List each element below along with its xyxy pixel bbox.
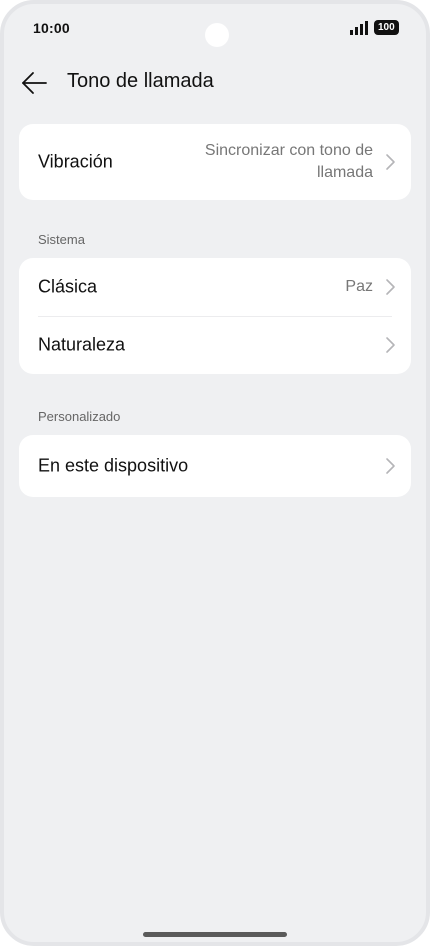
camera-cutout [205, 23, 229, 47]
page-title: Tono de llamada [67, 70, 214, 92]
status-bar: 10:00 100 [4, 4, 426, 56]
chevron-right-icon [386, 458, 395, 474]
custom-row-device[interactable]: En este dispositivo [19, 435, 411, 497]
chevron-right-icon [386, 279, 395, 295]
header: Tono de llamada [4, 60, 426, 106]
system-card: Clásica Paz Naturaleza [19, 258, 411, 374]
battery-icon: 100 [374, 20, 399, 35]
custom-label-device: En este dispositivo [38, 455, 189, 476]
chevron-right-icon [386, 337, 395, 353]
back-button[interactable] [20, 68, 50, 98]
custom-card: En este dispositivo [19, 435, 411, 497]
vibration-label: Vibración [38, 151, 113, 172]
vibration-value-line1: Sincronizar con tono de [204, 142, 373, 159]
phone-screen: 10:00 100 Tono de llamada Vibración Sinc… [0, 0, 430, 946]
chevron-right-icon [386, 154, 395, 170]
section-title-personalizado: Personalizado [38, 409, 121, 424]
battery-level: 100 [378, 22, 395, 33]
vibration-row[interactable]: Vibración Sincronizar con tono de llamad… [19, 124, 411, 200]
vibration-card: Vibración Sincronizar con tono de llamad… [19, 124, 411, 200]
arrow-left-icon [22, 72, 47, 94]
status-time: 10:00 [33, 20, 70, 36]
section-title-sistema: Sistema [38, 232, 85, 247]
home-indicator[interactable] [143, 932, 287, 937]
vibration-value: Sincronizar con tono de llamada [205, 140, 373, 184]
signal-icon [350, 21, 368, 35]
ringtone-row-naturaleza[interactable]: Naturaleza [19, 316, 411, 374]
vibration-value-line2: llamada [316, 164, 373, 181]
ringtone-label-naturaleza: Naturaleza [38, 334, 126, 355]
ringtone-row-clasica[interactable]: Clásica Paz [19, 258, 411, 316]
ringtone-label-clasica: Clásica [38, 276, 98, 297]
ringtone-value-clasica: Paz [345, 278, 373, 295]
